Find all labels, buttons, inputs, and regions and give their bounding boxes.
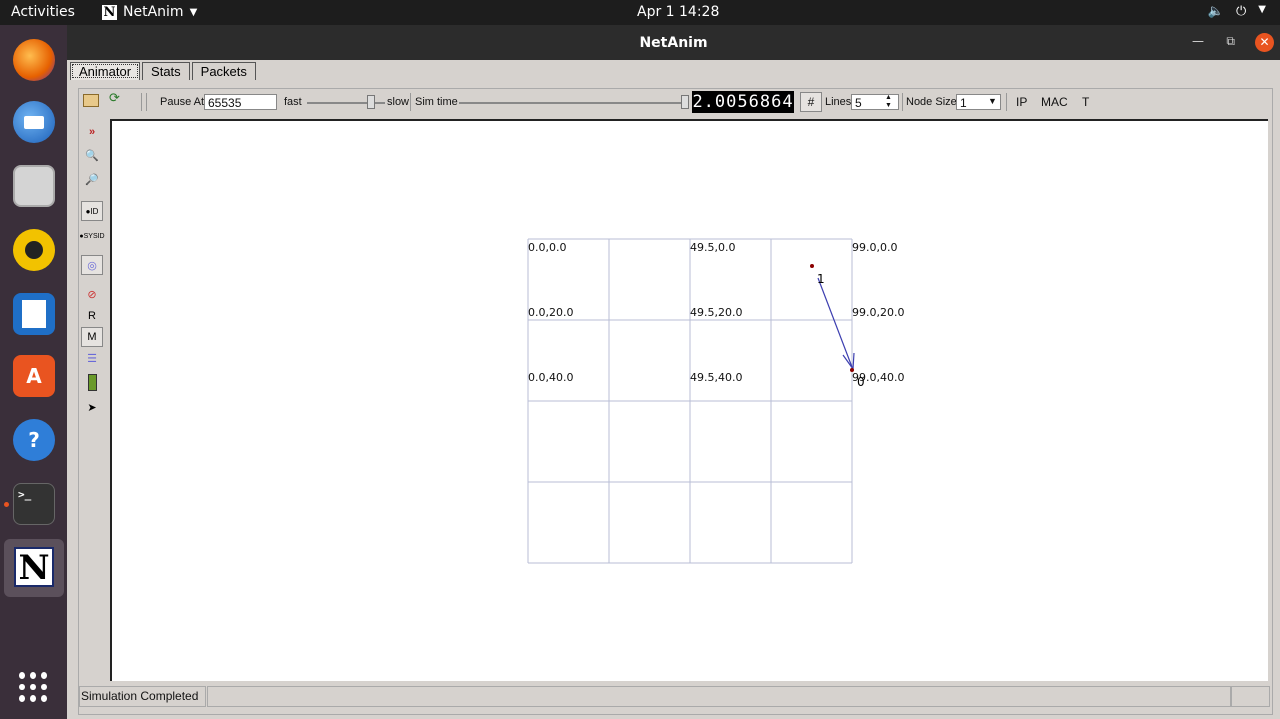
separator (146, 93, 147, 111)
tab-stats[interactable]: Stats (142, 62, 190, 80)
thunderbird-icon[interactable] (13, 101, 55, 143)
netanim-app-icon: N (102, 4, 117, 20)
animator-toolbar: ⟳ Pause At 65535 fast slow Sim time 2.00… (79, 90, 1269, 115)
app-menu[interactable]: N NetAnim ▼ (102, 4, 197, 20)
node-1-label: 1 (817, 272, 825, 286)
app-center-icon[interactable]: A (13, 355, 55, 397)
minimize-button[interactable]: — (1192, 34, 1204, 48)
libreoffice-writer-icon[interactable] (13, 293, 55, 335)
node-1[interactable] (810, 264, 814, 268)
left-toolbar: » 🔍 🔎 ●ID ●SYSID ◎ ⊘ R M ☰ ➤ (79, 117, 104, 683)
animation-canvas[interactable]: 0.0,0.0 49.5,0.0 99.0,0.0 0.0,20.0 49.5,20.0… (110, 119, 1268, 681)
sim-time-slider-thumb[interactable] (681, 95, 689, 109)
spin-arrows-icon[interactable]: ▲ ▼ (885, 94, 892, 110)
firefox-icon[interactable] (13, 39, 55, 81)
node-0-label: 0 (857, 375, 865, 389)
grid-coordinate-label: 0.0,40.0 (528, 371, 573, 384)
node-0[interactable] (850, 368, 854, 372)
help-icon[interactable]: ? (13, 419, 55, 461)
status-message: Simulation Completed (79, 686, 206, 707)
clock[interactable]: Apr 1 14:28 (637, 4, 719, 20)
lines-label: Lines (825, 96, 852, 108)
fast-label: fast (284, 96, 302, 108)
power-icon: ⏻ (1236, 4, 1247, 19)
status-panel-right (1231, 686, 1270, 707)
pointer-icon[interactable]: ➤ (81, 397, 103, 417)
pause-at-label: Pause At (160, 96, 205, 108)
separator (141, 93, 142, 111)
app-menu-label: NetAnim (123, 4, 184, 20)
running-indicator (4, 502, 9, 507)
grid-layer: 0.0,0.0 49.5,0.0 99.0,0.0 0.0,20.0 49.5,20.0… (527, 238, 904, 564)
maximize-button[interactable]: ⧉ (1226, 34, 1235, 49)
netanim-icon: N (14, 547, 54, 587)
no-packets-icon[interactable]: ⊘ (81, 284, 103, 304)
t-button[interactable]: T (1082, 95, 1089, 109)
battery-icon[interactable] (81, 372, 103, 392)
node-sysid-toggle-icon[interactable]: ●SYSID (79, 226, 104, 246)
netanim-dock-item[interactable]: N (4, 539, 64, 597)
zoom-in-icon[interactable]: 🔍 (81, 145, 103, 165)
slow-label: slow (387, 96, 410, 108)
chevron-down-icon[interactable]: ▼ (988, 96, 997, 106)
grid-coordinate-label: 49.5,0.0 (690, 241, 735, 254)
node-size-label: Node Size (906, 96, 957, 108)
grid-coordinate-label: 0.0,20.0 (528, 306, 573, 319)
grid-lines (527, 238, 853, 564)
system-tray[interactable]: 🔈 ⏻ ▼ (1208, 4, 1266, 19)
separator (1006, 93, 1007, 111)
wireless-circles-icon[interactable]: ◎ (81, 255, 103, 275)
sim-time-display: 2.0056864 (692, 91, 794, 113)
grid-toggle-icon[interactable]: # (800, 92, 822, 112)
grid-coordinate-label: 0.0,0.0 (528, 241, 566, 254)
chevron-down-icon: ▼ (1258, 4, 1266, 15)
packet-transmission-line (817, 277, 853, 368)
activities-button[interactable]: Activities (11, 4, 75, 20)
separator (410, 93, 411, 111)
close-button[interactable]: ✕ (1255, 33, 1274, 52)
window-titlebar[interactable]: NetAnim — ⧉ ✕ (67, 25, 1280, 60)
ip-button[interactable]: IP (1016, 95, 1027, 109)
m-toggle-button[interactable]: M (81, 327, 103, 347)
open-file-icon[interactable] (83, 94, 99, 107)
system-top-bar: Activities N NetAnim ▼ Apr 1 14:28 🔈 ⏻ ▼ (0, 0, 1280, 25)
status-panel (207, 686, 1231, 707)
terminal-icon[interactable]: >_ (13, 483, 55, 525)
separator (902, 93, 903, 111)
pause-at-input[interactable]: 65535 (204, 94, 277, 110)
window-title: NetAnim (639, 35, 708, 51)
grid-coordinate-label: 99.0,0.0 (852, 241, 897, 254)
node-id-toggle-icon[interactable]: ●ID (81, 201, 103, 221)
rhythmbox-icon[interactable] (13, 229, 55, 271)
tab-packets[interactable]: Packets (191, 62, 256, 80)
show-applications-icon[interactable] (19, 672, 49, 702)
grid-coordinate-label: 49.5,20.0 (690, 306, 742, 319)
zoom-out-icon[interactable]: 🔎 (81, 169, 103, 189)
dock: A ? >_ N (0, 25, 67, 719)
volume-icon: 🔈 (1207, 4, 1224, 19)
sim-time-slider-track[interactable] (459, 102, 687, 104)
netanim-window: NetAnim — ⧉ ✕ Animator Stats Packets ⟳ P… (67, 25, 1280, 719)
mac-button[interactable]: MAC (1041, 95, 1068, 109)
sim-time-label: Sim time (415, 96, 458, 108)
list-lines-icon[interactable]: ☰ (81, 348, 103, 368)
r-toggle-button[interactable]: R (81, 306, 103, 326)
tab-bar: Animator Stats Packets (70, 62, 258, 80)
chevron-right-icon[interactable]: » (81, 122, 103, 142)
grid-coordinate-label: 49.5,40.0 (690, 371, 742, 384)
files-icon[interactable] (13, 165, 55, 207)
status-bar: Simulation Completed (79, 686, 1270, 707)
reload-icon[interactable]: ⟳ (109, 90, 120, 106)
tab-animator[interactable]: Animator (70, 62, 141, 80)
chevron-down-icon: ▼ (189, 6, 198, 18)
speed-slider-thumb[interactable] (367, 95, 375, 109)
grid-coordinate-label: 99.0,20.0 (852, 306, 904, 319)
